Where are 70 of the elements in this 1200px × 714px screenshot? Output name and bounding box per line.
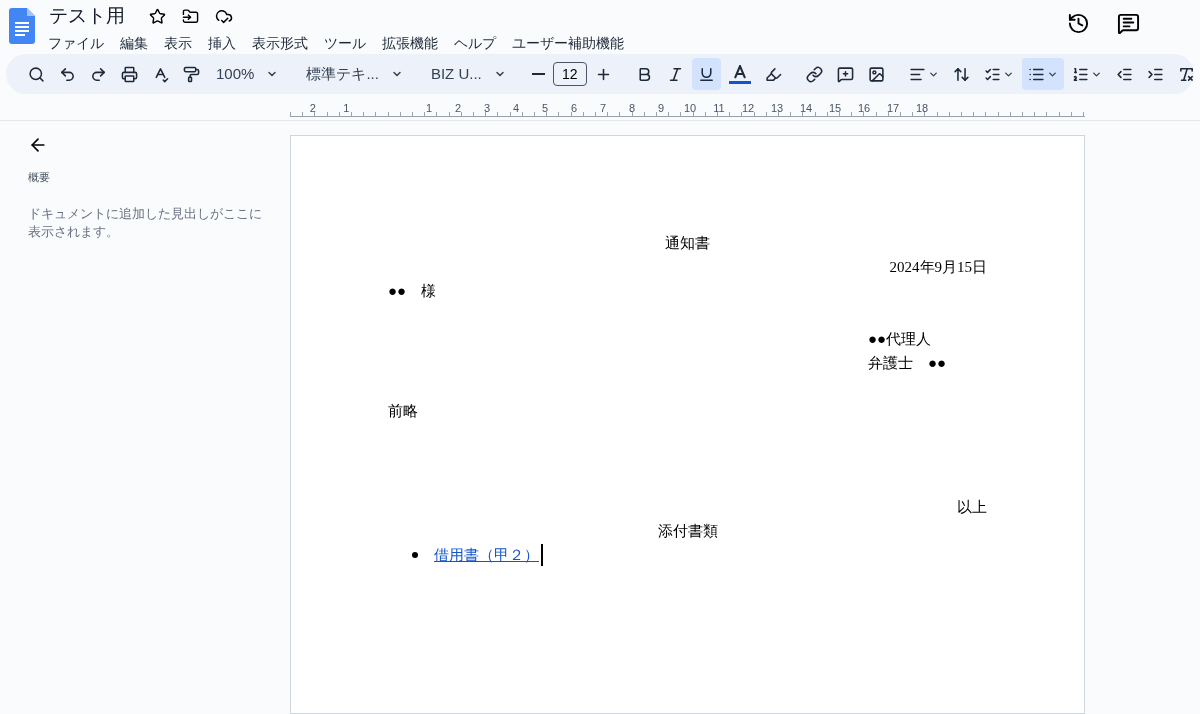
minus-icon xyxy=(531,73,545,75)
ruler-number: 13 xyxy=(769,103,785,114)
paragraph: 添付書類 xyxy=(657,522,718,541)
menu-item[interactable]: ユーザー補助機能 xyxy=(512,31,624,55)
docs-logo-icon xyxy=(9,8,35,44)
ruler-number: 15 xyxy=(827,103,843,114)
redo-icon xyxy=(90,65,107,83)
move-folder-icon[interactable] xyxy=(182,7,199,25)
paragraph: 以上 xyxy=(957,498,987,517)
ruler-number: 5 xyxy=(540,103,550,114)
numbered-list-icon xyxy=(1071,65,1089,83)
menu-item[interactable]: ファイル xyxy=(48,31,104,55)
ruler-number: 17 xyxy=(885,103,901,114)
ruler-number: 10 xyxy=(682,103,698,114)
ruler-number: 14 xyxy=(798,103,814,114)
toolbar-button[interactable] xyxy=(691,58,721,90)
undo-icon xyxy=(59,65,76,83)
ruler-number: 2 xyxy=(453,103,463,114)
add-comment-icon xyxy=(836,65,854,83)
paragraph: 前略 xyxy=(388,402,418,421)
cloud-check-icon[interactable] xyxy=(215,7,233,25)
spellcheck-icon xyxy=(152,65,169,83)
menu-item[interactable]: ヘルプ xyxy=(454,31,496,55)
highlighter-icon xyxy=(764,65,782,83)
ruler-number: 6 xyxy=(569,103,579,114)
outline-heading: 概要 xyxy=(28,170,51,185)
paragraph: 弁護士 ●● xyxy=(868,354,947,373)
ruler-number: 12 xyxy=(740,103,756,114)
ruler-number: 4 xyxy=(511,103,521,114)
paragraph: 通知書 xyxy=(665,234,710,253)
link-icon xyxy=(805,65,823,83)
text-color-icon xyxy=(728,64,751,84)
menu-item[interactable]: ツール xyxy=(324,31,366,55)
document-link[interactable]: 借用書（甲２） xyxy=(434,543,543,567)
ruler-number: 7 xyxy=(598,103,608,114)
toolbar-dropdown[interactable]: BIZ U... xyxy=(422,60,514,88)
line-spacing-icon xyxy=(952,65,970,83)
document-title[interactable]: テスト用 xyxy=(49,1,125,31)
underline-icon xyxy=(697,65,715,83)
image-icon xyxy=(867,65,885,83)
menu-item[interactable]: 表示形式 xyxy=(252,31,308,55)
paragraph: ●●代理人 xyxy=(868,330,932,349)
ruler-number: 18 xyxy=(914,103,930,114)
ruler-number: 11 xyxy=(712,103,726,114)
search-icon xyxy=(28,65,45,83)
paint-roller-icon xyxy=(183,65,200,83)
ruler-number: 16 xyxy=(856,103,872,114)
ruler-number: 8 xyxy=(627,103,637,114)
ruler-number: 3 xyxy=(482,103,492,114)
comments-icon[interactable] xyxy=(1117,12,1140,35)
star-icon[interactable] xyxy=(149,7,166,25)
menu-item[interactable]: 表示 xyxy=(164,31,192,55)
font-size-field[interactable]: 12 xyxy=(552,62,587,86)
ruler-number: 1 xyxy=(424,103,434,114)
print-icon xyxy=(121,65,138,83)
toolbar-dropdown[interactable]: 100% xyxy=(208,60,287,88)
menu-item[interactable]: 編集 xyxy=(120,31,148,55)
ruler-number: 2 xyxy=(309,103,316,114)
toolbar-button[interactable] xyxy=(1021,58,1064,90)
ruler-number: 1 xyxy=(343,103,350,114)
clear-formatting-icon xyxy=(1177,65,1194,83)
paragraph: 2024年9月15日 xyxy=(889,258,987,277)
toolbar-dropdown[interactable]: 標準テキ... xyxy=(298,60,411,88)
menu-item[interactable]: 拡張機能 xyxy=(382,31,438,55)
menu-item[interactable]: 挿入 xyxy=(208,31,236,55)
ruler-number: 9 xyxy=(656,103,666,114)
bullet-icon xyxy=(412,552,418,558)
paragraph: ●● 様 xyxy=(388,282,437,301)
history-icon[interactable] xyxy=(1067,12,1090,35)
outline-message: ドキュメントに追加した見出しがここに表示されます。 xyxy=(28,204,263,241)
